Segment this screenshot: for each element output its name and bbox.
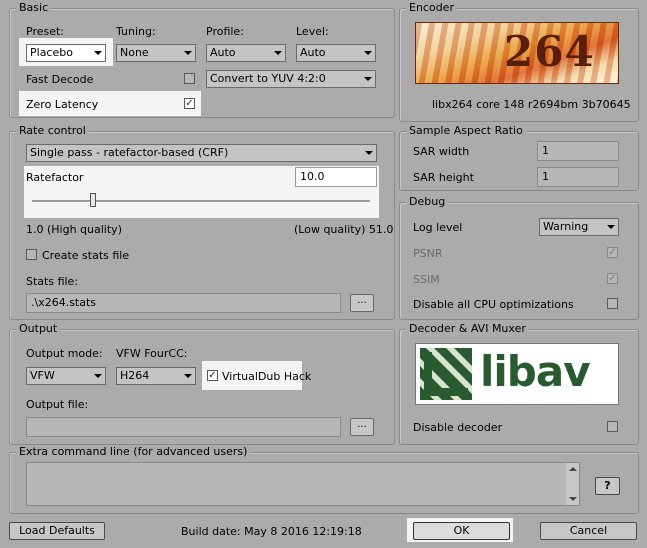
vdub-hack-checkbox[interactable]: ✓: [207, 370, 218, 381]
ratefactor-input[interactable]: 10.0: [295, 167, 377, 187]
log-level-label: Log level: [413, 221, 463, 234]
ok-button[interactable]: OK: [413, 522, 510, 540]
ratefactor-slider-handle[interactable]: [90, 193, 96, 207]
stats-file-input[interactable]: .\x264.stats: [26, 293, 341, 313]
output-file-label: Output file:: [26, 398, 89, 411]
profile-label: Profile:: [206, 25, 244, 38]
rate-mode-select-value: Single pass - ratefactor-based (CRF): [30, 146, 229, 159]
psnr-checkbox[interactable]: ✓: [607, 247, 618, 258]
level-select[interactable]: Auto: [296, 44, 376, 62]
rate-mode-select[interactable]: Single pass - ratefactor-based (CRF): [26, 144, 377, 162]
load-defaults-button[interactable]: Load Defaults: [9, 522, 105, 540]
output-group-title: Output: [16, 322, 61, 336]
extra-command-textarea[interactable]: [26, 462, 580, 506]
encoder-version: libx264 core 148 r2694bm 3b70645: [432, 98, 631, 111]
ssim-checkbox[interactable]: ✓: [607, 273, 618, 284]
output-mode-label: Output mode:: [26, 347, 103, 360]
level-select-value: Auto: [300, 46, 326, 59]
disable-cpu-checkbox[interactable]: [607, 298, 618, 309]
output-file-input[interactable]: [26, 417, 341, 437]
encoder-group-title: Encoder: [406, 1, 457, 15]
chevron-down-icon: [607, 225, 615, 229]
tuning-select-value: None: [120, 46, 149, 59]
extra-command-scrollbar[interactable]: [566, 463, 579, 505]
ratefactor-max-label: (Low quality) 51.0: [294, 223, 394, 236]
profile-select-value: Auto: [210, 46, 236, 59]
tuning-select[interactable]: None: [116, 44, 196, 62]
ratefactor-min-label: 1.0 (High quality): [26, 223, 122, 236]
vdub-hack-label: VirtualDub Hack: [222, 370, 312, 383]
tuning-label: Tuning:: [116, 25, 156, 38]
chevron-down-icon: [94, 51, 102, 55]
chevron-down-icon: [365, 151, 373, 155]
zero-latency-label: Zero Latency: [26, 98, 99, 111]
preset-select[interactable]: Placebo: [26, 44, 106, 62]
x264-logo-text: 264: [504, 27, 595, 76]
ratefactor-label: Ratefactor: [26, 171, 84, 184]
psnr-label: PSNR: [413, 247, 443, 260]
fourcc-label: VFW FourCC:: [116, 347, 188, 360]
cancel-button[interactable]: Cancel: [540, 522, 637, 540]
create-stats-label: Create stats file: [42, 249, 130, 262]
chevron-down-icon: [274, 51, 282, 55]
chevron-down-icon: [184, 51, 192, 55]
sar-height-input[interactable]: 1: [537, 167, 619, 187]
colorspace-select-value: Convert to YUV 4:2:0: [210, 72, 326, 85]
ratefactor-slider-track[interactable]: [32, 200, 370, 203]
log-level-select[interactable]: Warning: [539, 218, 619, 236]
preset-select-value: Placebo: [30, 46, 73, 59]
debug-group-title: Debug: [406, 195, 449, 209]
sar-width-input[interactable]: 1: [537, 141, 619, 161]
output-mode-select[interactable]: VFW: [26, 367, 106, 385]
log-level-select-value: Warning: [543, 220, 589, 233]
output-mode-select-value: VFW: [30, 369, 55, 382]
libav-logo: libav: [415, 343, 619, 405]
build-date: Build date: May 8 2016 12:19:18: [181, 525, 362, 538]
chevron-down-icon: [364, 51, 372, 55]
profile-select[interactable]: Auto: [206, 44, 286, 62]
libav-logo-text: libav: [480, 347, 591, 396]
sar-height-label: SAR height: [413, 171, 474, 184]
stats-file-label: Stats file:: [26, 275, 79, 288]
basic-group-title: Basic: [16, 1, 52, 15]
rate-control-group-title: Rate control: [16, 124, 89, 138]
stats-file-browse-button[interactable]: ...: [350, 294, 374, 312]
x264-logo: 264: [415, 22, 619, 84]
chevron-down-icon: [94, 374, 102, 378]
output-file-browse-button[interactable]: ...: [350, 418, 374, 436]
chevron-down-icon: [184, 374, 192, 378]
fast-decode-label: Fast Decode: [26, 73, 94, 86]
fourcc-select[interactable]: H264: [116, 367, 196, 385]
decoder-group-title: Decoder & AVI Muxer: [406, 322, 529, 336]
scroll-up-icon[interactable]: [569, 467, 577, 471]
zero-latency-checkbox[interactable]: ✓: [184, 98, 195, 109]
preset-label: Preset:: [26, 25, 65, 38]
scroll-down-icon[interactable]: [569, 497, 577, 501]
fast-decode-checkbox[interactable]: [184, 73, 195, 84]
fourcc-select-value: H264: [120, 369, 150, 382]
disable-decoder-checkbox[interactable]: [607, 421, 618, 432]
extra-group-title: Extra command line (for advanced users): [16, 445, 251, 459]
sar-group-title: Sample Aspect Ratio: [406, 124, 526, 138]
disable-cpu-label: Disable all CPU optimizations: [413, 298, 574, 311]
ssim-label: SSIM: [413, 273, 440, 286]
colorspace-select[interactable]: Convert to YUV 4:2:0: [206, 70, 376, 88]
level-label: Level:: [296, 25, 329, 38]
help-button[interactable]: ?: [595, 477, 620, 495]
create-stats-checkbox[interactable]: [26, 249, 37, 260]
sar-width-label: SAR width: [413, 145, 470, 158]
disable-decoder-label: Disable decoder: [413, 421, 503, 434]
libav-logo-mark: [420, 348, 472, 400]
chevron-down-icon: [364, 77, 372, 81]
